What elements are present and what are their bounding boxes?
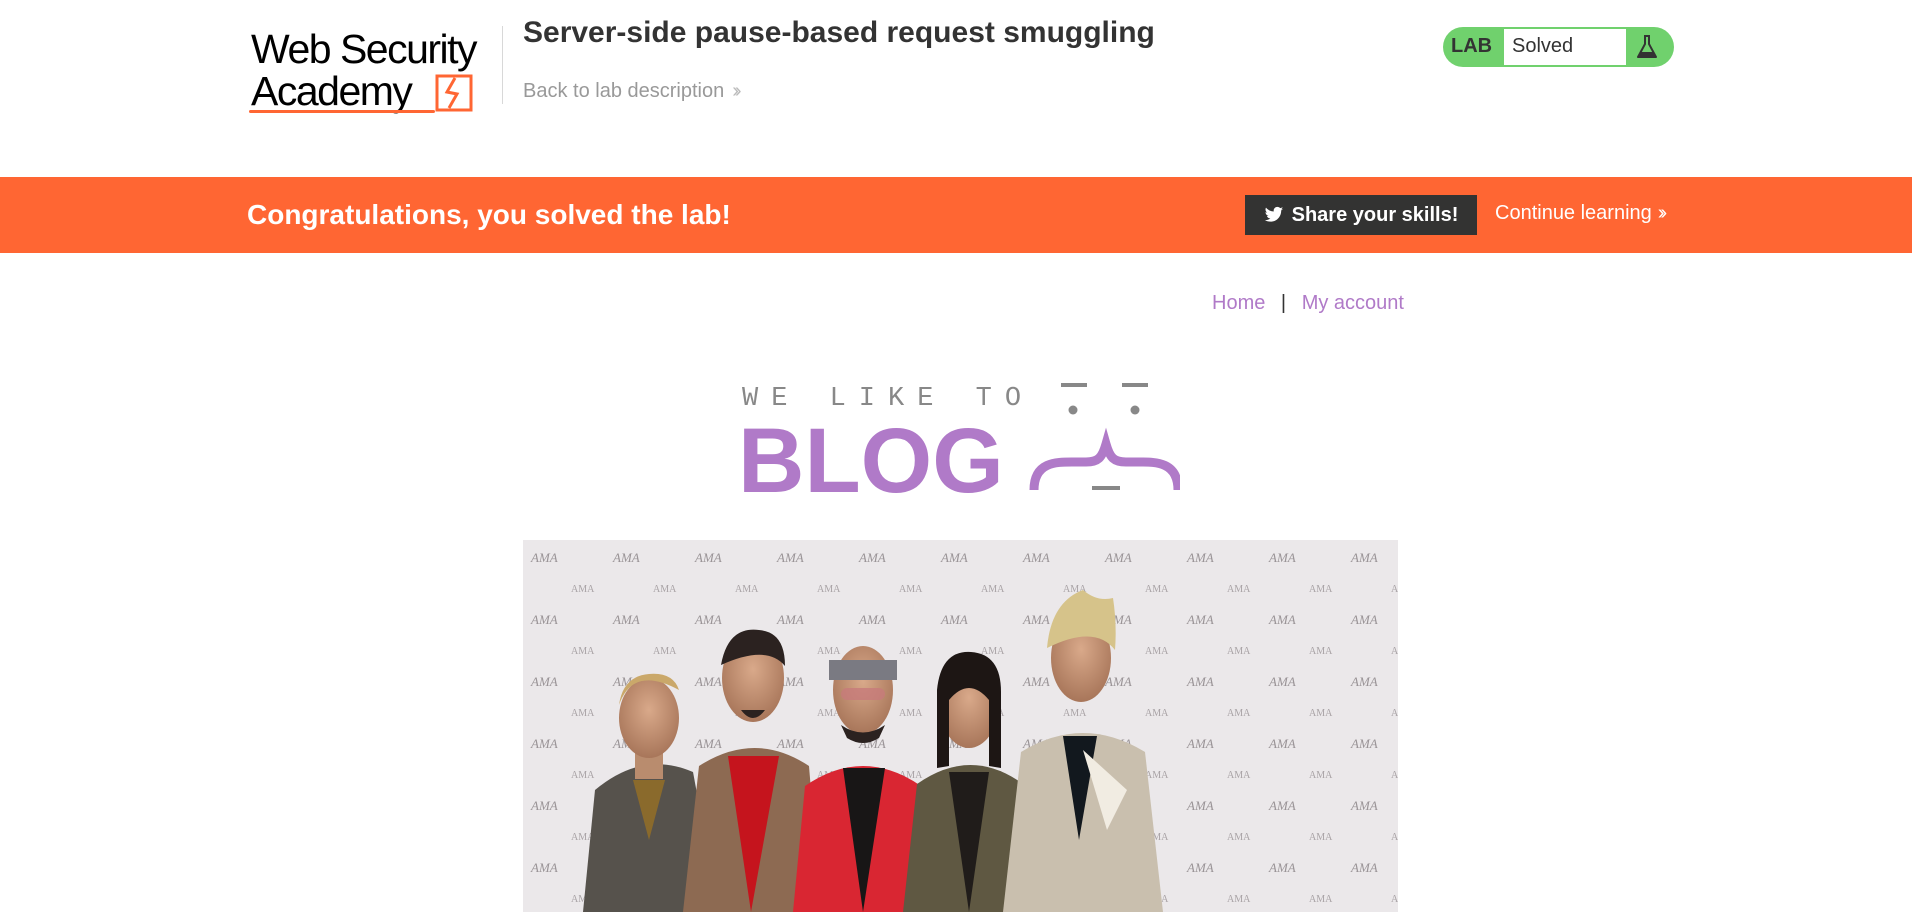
web-security-academy-logo[interactable]: Web Security Academy bbox=[249, 26, 499, 116]
my-account-link[interactable]: My account bbox=[1302, 292, 1404, 314]
lab-status-label: LAB bbox=[1451, 35, 1493, 57]
logo-mark-icon bbox=[435, 74, 473, 112]
home-link[interactable]: Home bbox=[1212, 292, 1265, 314]
group-photo-image: AMA AMA bbox=[523, 540, 1398, 912]
lab-solved-banner: Congratulations, you solved the lab! Sha… bbox=[0, 177, 1912, 253]
logo-text-line2: Academy bbox=[251, 68, 413, 114]
lab-status-badge: LAB Solved bbox=[1443, 27, 1674, 67]
we-like-to-blog-logo: WE LIKE TO BLOG bbox=[738, 383, 1180, 498]
blog-post-image[interactable]: AMA AMA bbox=[523, 540, 1398, 912]
header-divider bbox=[502, 26, 503, 104]
share-your-skills-button[interactable]: Share your skills! bbox=[1245, 195, 1477, 235]
solved-message: Congratulations, you solved the lab! bbox=[247, 199, 731, 230]
nav-separator: | bbox=[1280, 292, 1287, 314]
lab-title: Server-side pause-based request smugglin… bbox=[523, 16, 1155, 49]
blog-logo-word: BLOG bbox=[738, 410, 1004, 498]
double-chevron-right-icon: ›› bbox=[1657, 202, 1668, 224]
back-link-label: Back to lab description bbox=[523, 80, 725, 102]
share-button-label: Share your skills! bbox=[1291, 203, 1459, 226]
continue-learning-link[interactable]: Continue learning ›› bbox=[1495, 202, 1668, 225]
logo-text-line1: Web Security bbox=[251, 26, 478, 72]
continue-learning-label: Continue learning bbox=[1495, 202, 1652, 224]
blog-logo-face-icon bbox=[1029, 383, 1180, 491]
top-navigation: Home | My account bbox=[1212, 292, 1404, 315]
lab-status-value: Solved bbox=[1504, 29, 1626, 65]
twitter-icon bbox=[1264, 206, 1283, 222]
logo-underline bbox=[249, 110, 435, 113]
double-chevron-right-icon: ›› bbox=[732, 80, 742, 102]
flask-icon bbox=[1637, 35, 1657, 58]
academy-header: Web Security Academy Server-side pause-b… bbox=[0, 0, 1912, 177]
back-to-lab-description-link[interactable]: Back to lab description ›› bbox=[523, 80, 742, 103]
